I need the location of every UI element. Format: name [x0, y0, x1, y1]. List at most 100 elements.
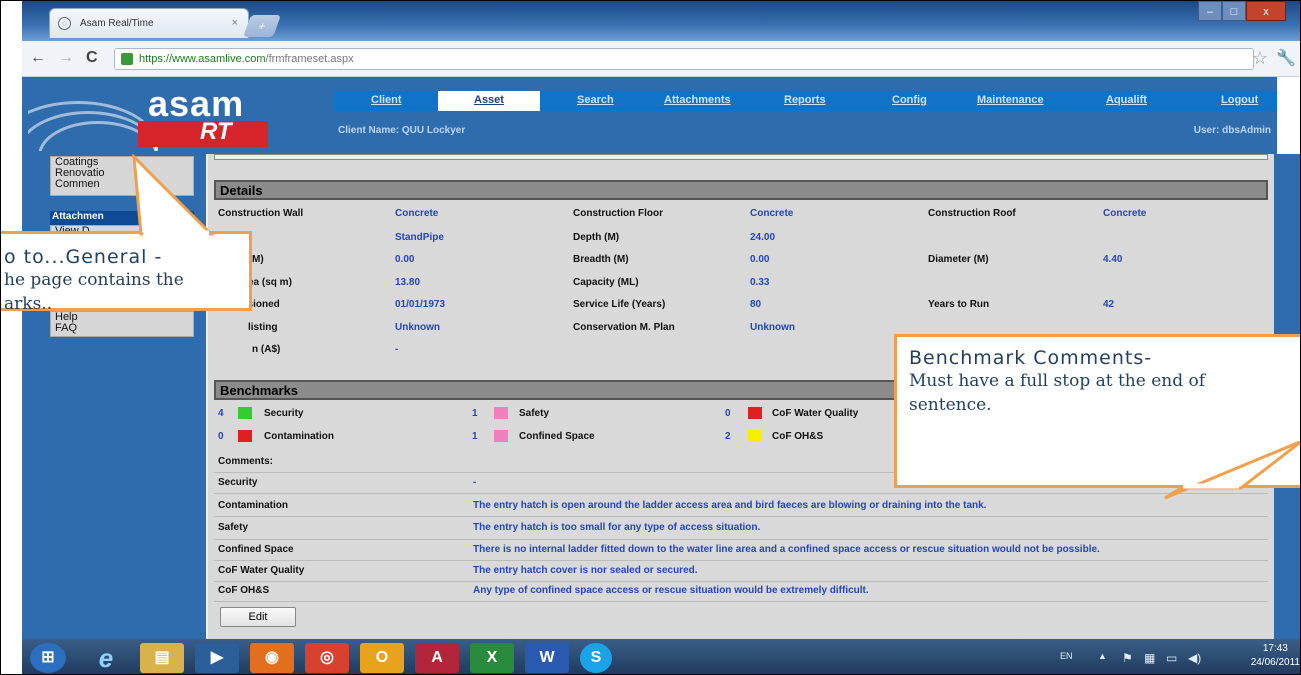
comment-label: Security	[218, 477, 258, 488]
edit-button[interactable]: Edit	[220, 607, 296, 627]
detail-value: Unknown	[750, 322, 795, 333]
benchmark-color-swatch	[238, 430, 252, 442]
back-icon[interactable]: ←	[30, 49, 46, 67]
callout-left-line: he page contains the	[4, 270, 184, 290]
clock-date: 24/06/2011	[1250, 657, 1300, 668]
tray-expand-icon[interactable]: ▲	[1098, 651, 1107, 661]
sidebar-item-faq[interactable]: FAQ	[51, 323, 193, 334]
benchmark-label: Contamination	[264, 431, 334, 442]
detail-value: 01/01/1973	[395, 299, 446, 310]
top-navigation: Client Asset Search Attachments Reports …	[334, 91, 1277, 111]
skype-icon[interactable]: S	[580, 643, 612, 673]
detail-label: ea (sq m)	[248, 277, 292, 288]
detail-label: Diameter (M)	[928, 254, 989, 265]
access-icon[interactable]: A	[415, 643, 459, 673]
nav-aqualift[interactable]: Aqualift	[1106, 94, 1147, 106]
benchmark-label: CoF OH&S	[772, 431, 824, 442]
firefox-icon[interactable]: ◉	[250, 643, 294, 673]
comment-text: The entry hatch cover is nor sealed or s…	[473, 565, 698, 576]
detail-label: M)	[252, 254, 264, 265]
tab-title: Asam Real/Time	[80, 18, 154, 29]
chrome-icon[interactable]: ◎	[305, 643, 349, 673]
windows-taskbar: ⊞ e ▤ ▶ ◉ ◎ O A X W S EN ▲ ⚑ ▦ ▭ ◀) 17:4…	[22, 639, 1300, 674]
language-indicator[interactable]: EN	[1060, 651, 1073, 661]
bookmark-star-icon[interactable]: ☆	[1252, 48, 1268, 69]
address-bar[interactable]: https://www.asamlive.com/frmframeset.asp…	[114, 48, 1254, 70]
detail-label: Years to Run	[928, 299, 990, 310]
detail-label: Depth (M)	[573, 232, 620, 243]
comment-text: The entry hatch is open around the ladde…	[473, 500, 987, 511]
benchmark-color-swatch	[494, 430, 508, 442]
asam-rt-logo: asam RT	[28, 81, 268, 151]
forward-icon[interactable]: →	[58, 49, 74, 67]
callout-right-title: Benchmark Comments-	[909, 347, 1153, 369]
volume-icon[interactable]: ◀)	[1188, 651, 1201, 665]
benchmark-count: 0	[218, 431, 224, 442]
close-window-button[interactable]: x	[1246, 1, 1286, 21]
nav-client[interactable]: Client	[371, 94, 402, 106]
detail-label: Capacity (ML)	[573, 277, 639, 288]
outlook-icon[interactable]: O	[360, 643, 404, 673]
comment-text: The entry hatch is too small for any typ…	[473, 522, 761, 533]
detail-value: 42	[1103, 299, 1115, 310]
nav-config[interactable]: Config	[892, 94, 927, 106]
callout-right-line: Must have a full stop at the end of	[909, 371, 1206, 391]
system-clock[interactable]: 17:43 24/06/2011	[1251, 642, 1300, 670]
comment-text: There is no internal ladder fitted down …	[473, 544, 1100, 555]
media-player-icon[interactable]: ▶	[195, 643, 239, 673]
network-icon[interactable]: ▦	[1144, 651, 1155, 665]
detail-value: 0.00	[750, 254, 770, 265]
screenshot-frame: ◌ Asam Real/Time × + – □ x ← → C https://w…	[0, 0, 1301, 675]
benchmark-count: 1	[472, 431, 478, 442]
tab-close-icon[interactable]: ×	[232, 17, 238, 29]
detail-value: 0.33	[750, 277, 770, 288]
callout-left: o to...General - he page contains the ar…	[1, 231, 252, 314]
nav-asset[interactable]: Asset	[438, 91, 540, 111]
detail-value: 80	[750, 299, 762, 310]
details-heading: Details	[214, 180, 1268, 200]
detail-value: Concrete	[395, 208, 439, 219]
comment-label: Safety	[218, 522, 249, 533]
detail-label: Breadth (M)	[573, 254, 629, 265]
benchmark-count: 0	[725, 408, 731, 419]
comment-label: CoF OH&S	[218, 585, 270, 596]
start-button[interactable]: ⊞	[30, 643, 66, 673]
nav-maintenance[interactable]: Maintenance	[977, 94, 1044, 106]
display-icon[interactable]: ▭	[1166, 651, 1177, 665]
wrench-icon[interactable]: 🔧	[1276, 48, 1296, 68]
new-tab-button[interactable]: +	[242, 15, 282, 37]
comment-text: -	[473, 477, 477, 488]
detail-value: Unknown	[395, 322, 440, 333]
detail-value: 24.00	[750, 232, 776, 243]
benchmark-color-swatch	[238, 407, 252, 419]
browser-toolbar: ← → C https://www.asamlive.com/frmframes…	[22, 41, 1300, 77]
benchmark-color-swatch	[748, 407, 762, 419]
benchmark-count: 1	[472, 408, 478, 419]
word-icon[interactable]: W	[525, 643, 569, 673]
nav-reports[interactable]: Reports	[784, 94, 826, 106]
benchmark-label: Security	[264, 408, 304, 419]
detail-value: Concrete	[1103, 208, 1147, 219]
excel-icon[interactable]: X	[470, 643, 514, 673]
detail-label: Construction Wall	[218, 208, 304, 219]
lock-icon	[121, 53, 133, 65]
action-center-icon[interactable]: ⚑	[1122, 651, 1133, 665]
nav-logout[interactable]: Logout	[1221, 94, 1258, 106]
reload-icon[interactable]: C	[86, 49, 98, 67]
minimize-button[interactable]: –	[1198, 1, 1222, 21]
explorer-icon[interactable]: ▤	[140, 643, 184, 673]
benchmark-label: Safety	[519, 408, 550, 419]
browser-tab[interactable]: ◌ Asam Real/Time ×	[49, 8, 249, 38]
callout-right-line: sentence.	[909, 395, 992, 415]
benchmark-color-swatch	[748, 430, 762, 442]
ie-icon[interactable]: e	[84, 643, 128, 673]
benchmark-color-swatch	[494, 407, 508, 419]
detail-label: Service Life (Years)	[573, 299, 666, 310]
maximize-button[interactable]: □	[1222, 1, 1246, 21]
user-name: User: dbsAdmin	[1193, 125, 1271, 136]
nav-search[interactable]: Search	[577, 94, 614, 106]
nav-attachments[interactable]: Attachments	[664, 94, 731, 106]
detail-value: 13.80	[395, 277, 421, 288]
comments-label: Comments:	[218, 456, 274, 467]
benchmark-label: Confined Space	[519, 431, 595, 442]
